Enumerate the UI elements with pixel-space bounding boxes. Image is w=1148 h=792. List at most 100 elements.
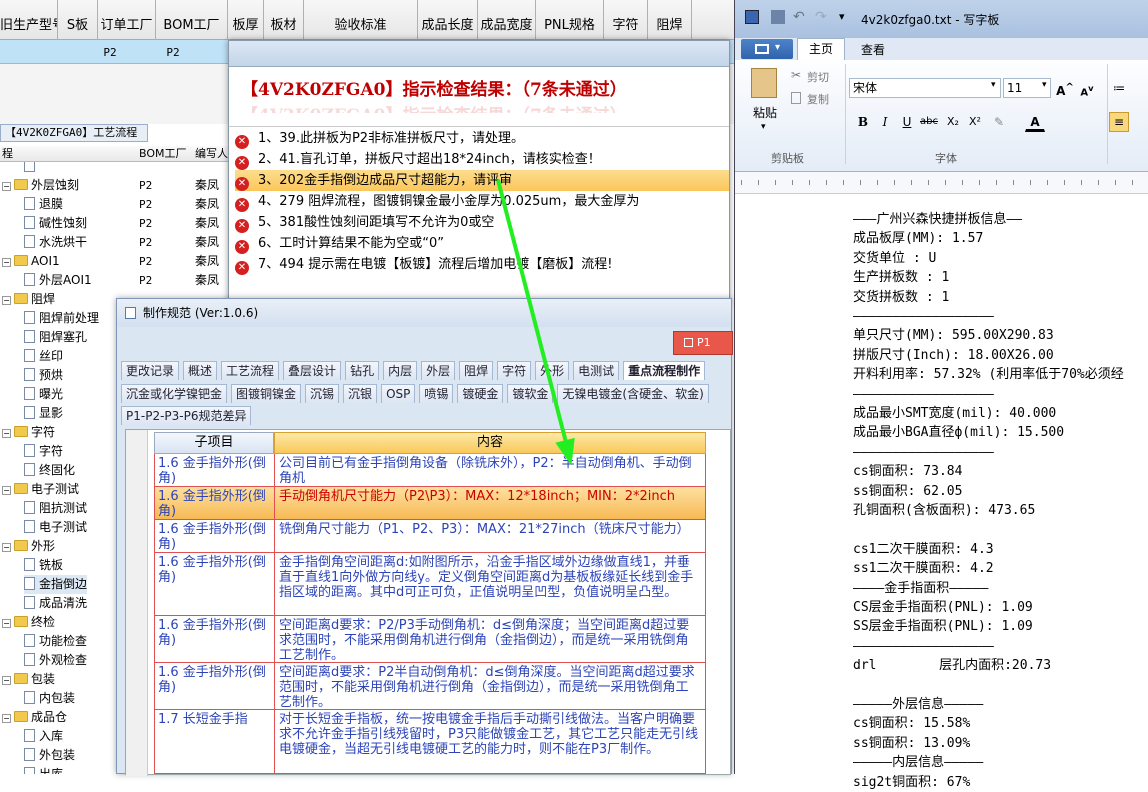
column-header[interactable]: 验收标准 [304,0,418,40]
check-result-list[interactable]: ✕ 1、39.此拼板为P2非标准拼板尺寸，请处理。 ✕ 2、41.盲孔订单，拼板尺寸超… [229,127,729,305]
wordpad-ruler[interactable] [735,172,1148,194]
tree-node[interactable]: − 电子测试 [2,480,79,499]
check-result-item[interactable]: ✕ 4、279 阻焊流程，图镀铜镍金最小金厚为0.025um，最大金厚为 [235,191,729,212]
spec-tab[interactable]: 电测试 [573,361,620,380]
spec-tab[interactable]: 外形 [535,361,570,380]
font-size-dropdown-icon[interactable]: ▾ [1042,80,1047,90]
tree-node[interactable]: − 终检 [2,613,55,632]
tree-node[interactable]: 外层AOI1 [24,271,92,290]
column-header[interactable]: 字符 [604,0,648,40]
tree-node[interactable]: 阻焊塞孔 [24,328,87,347]
spec-tab[interactable]: 沉银 [343,384,378,403]
tree-node[interactable]: 入库 [24,727,63,746]
spec-tab[interactable]: P1-P2-P3-P6规范差异 [121,406,252,425]
collapse-toggle-icon[interactable]: − [2,296,11,305]
spec-tab[interactable]: 更改记录 [121,361,180,380]
tree-node[interactable]: 外包装 [24,746,75,765]
tree-node[interactable]: 电子测试 [24,518,87,537]
cell-bom-factory[interactable]: P2 [163,40,183,64]
highlight-color-icon[interactable]: ✎ [989,112,1009,132]
checkbox-icon[interactable] [684,338,693,347]
spec-grid-row[interactable]: 1.6 金手指外形(倒角) 铣倒角尺寸能力（P1、P2、P3）：MAX：21*27… [154,520,706,553]
tree-node[interactable]: 退膜 [24,195,63,214]
cut-button[interactable]: 剪切 [807,69,829,85]
check-result-item[interactable]: ✕ 5、381酸性蚀刻间距填写不允许为0或空 [235,212,729,233]
paste-button[interactable]: 粘贴 [753,104,777,121]
spec-grid-row[interactable]: 1.6 金手指外形(倒角) 空间距离d要求：P2半自动倒角机：d≤倒角深度。当空间… [154,663,706,710]
tree-node[interactable]: 铣板 [24,556,63,575]
tree-node[interactable]: 显影 [24,404,63,423]
collapse-toggle-icon[interactable]: − [2,429,11,438]
spec-tab[interactable]: 内层 [383,361,418,380]
tree-row[interactable]: 水洗烘干 P2 秦凤 [0,233,230,252]
tree-node[interactable]: 曝光 [24,385,63,404]
spec-tab[interactable]: 重点流程制作 [623,361,706,380]
tree-node[interactable]: 金指倒边 [24,575,88,594]
tab-home[interactable]: 主页 [797,38,845,60]
p1-indicator[interactable]: P1 [673,331,733,355]
tree-node[interactable]: − 阻焊 [2,290,55,309]
align-left-icon[interactable]: ≡ [1109,112,1129,132]
qat-dropdown-icon[interactable]: ▾ [839,10,845,23]
strikethrough-icon[interactable]: abc [919,112,939,132]
column-header[interactable]: 板厚 [228,0,264,40]
check-result-item[interactable]: ✕ 3、202金手指倒边成品尺寸超能力，请评审 [235,170,729,191]
tree-node[interactable]: 字符 [24,442,63,461]
spec-tab[interactable]: 概述 [183,361,218,380]
spec-tab[interactable]: 镀软金 [507,384,554,403]
check-result-item[interactable]: ✕ 7、494 提示需在电镀【板镀】流程后增加电镀【磨板】流程! [235,254,729,275]
collapse-toggle-icon[interactable]: − [2,182,11,191]
collapse-toggle-icon[interactable]: − [2,619,11,628]
spec-tab[interactable]: 喷锡 [419,384,454,403]
superscript-icon[interactable]: X² [965,112,985,132]
tab-view[interactable]: 查看 [861,41,885,58]
tree-node[interactable]: 功能检查 [24,632,87,651]
spec-grid-row[interactable]: 1.6 金手指外形(倒角) 金手指倒角空间距离d:如附图所示，沿金手指区域外边缘做… [154,553,706,616]
grow-font-icon[interactable]: A^ [1055,78,1075,98]
spec-tab[interactable]: 沉锡 [305,384,340,403]
font-color-icon[interactable]: A [1025,112,1045,132]
tree-row[interactable]: − AOI1 P2 秦凤 [0,252,230,271]
tree-node[interactable]: − 外形 [2,537,55,556]
column-header[interactable]: 成品宽度 [478,0,536,40]
font-name-select[interactable]: 宋体 [849,78,1001,98]
check-dialog-titlebar[interactable] [229,41,729,67]
spec-grid-row[interactable]: 1.7 长短金手指 对于长短金手指板，统一按电镀金手指后手动撕引线做法。当客户明确… [154,710,706,774]
italic-icon[interactable]: I [875,112,895,132]
tree-row[interactable]: 碱性蚀刻 P2 秦凤 [0,214,230,233]
spec-tab[interactable]: 叠层设计 [283,361,342,380]
tree-node[interactable]: − 外层蚀刻 [2,176,79,195]
tree-row[interactable]: 退膜 P2 秦凤 [0,195,230,214]
redo-icon[interactable]: ↷ [815,9,827,25]
tree-row[interactable] [0,162,230,176]
tree-node[interactable]: 终固化 [24,461,75,480]
column-header[interactable]: S板 [58,0,98,40]
tree-node[interactable]: 出库 [24,765,63,774]
column-header[interactable]: 阻焊 [648,0,692,40]
column-header[interactable]: 订单工厂 [98,0,156,40]
collapse-toggle-icon[interactable]: − [2,543,11,552]
column-header[interactable]: 成品长度 [418,0,478,40]
underline-icon[interactable]: U [897,112,917,132]
list-icon[interactable]: ≔ [1109,78,1129,98]
spec-tab[interactable]: 沉金或化学镍钯金 [121,384,228,403]
subscript-icon[interactable]: X₂ [943,112,963,132]
tree-node[interactable]: 阻抗测试 [24,499,87,518]
collapse-toggle-icon[interactable]: − [2,676,11,685]
tree-node[interactable]: 水洗烘干 [24,233,87,252]
undo-icon[interactable]: ↶ [793,9,805,25]
spec-grid-row[interactable]: 1.6 金手指外形(倒角) 手动倒角机尺寸能力（P2\P3）：MAX：12*18i… [154,487,706,520]
spec-tab[interactable]: 阻焊 [459,361,494,380]
tree-node[interactable]: 预烘 [24,366,63,385]
spec-tab[interactable]: 工艺流程 [221,361,280,380]
column-header[interactable]: 旧生产型号 [0,0,58,40]
tree-node[interactable]: 阻焊前处理 [24,309,99,328]
tree-node[interactable]: − 包装 [2,670,55,689]
spec-window-titlebar[interactable]: 制作规范 (Ver:1.0.6) [117,299,731,327]
collapse-toggle-icon[interactable]: − [2,258,11,267]
tree-node[interactable]: 丝印 [24,347,63,366]
paste-icon[interactable] [751,68,777,98]
wordpad-titlebar[interactable]: ↶ ↷ ▾ 4v2k0zfga0.txt - 写字板 [735,0,1148,38]
paste-dropdown-icon[interactable]: ▾ [761,122,766,132]
column-header[interactable]: PNL规格 [536,0,604,40]
